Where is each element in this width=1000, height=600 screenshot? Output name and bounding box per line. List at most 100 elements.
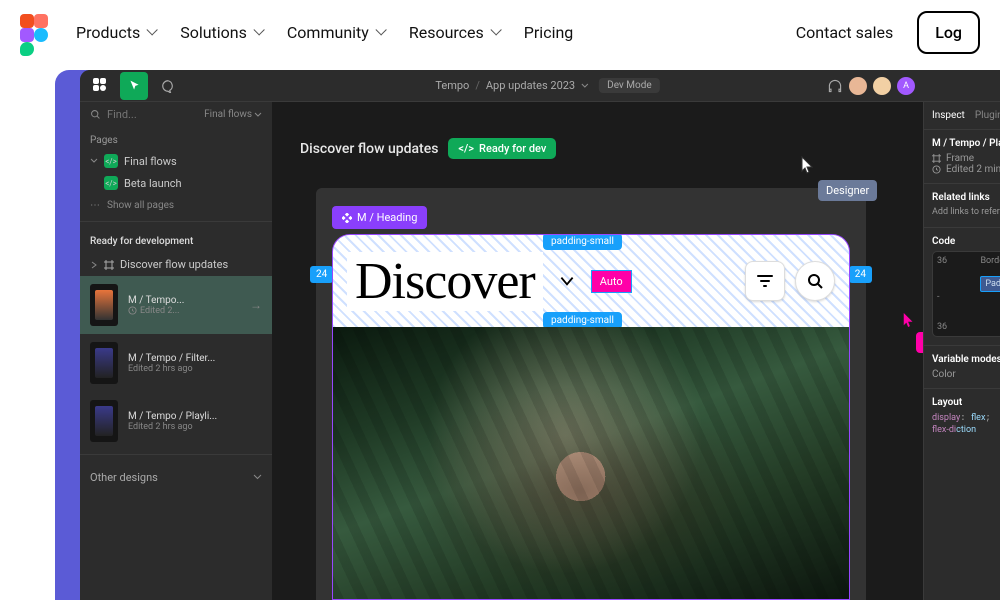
nav-products[interactable]: Products <box>76 23 154 42</box>
app-header: Tempo / App updates 2023 Dev Mode A <box>80 70 1000 102</box>
layout-section-title: Layout <box>932 397 1000 408</box>
frame-thumb-2[interactable]: M / Tempo / Filter... Edited 2 hrs ago <box>80 334 272 392</box>
thumb-subtitle: Edited 2 hrs ago <box>128 422 262 432</box>
thumbnail <box>90 400 118 442</box>
tab-inspect[interactable]: Inspect <box>932 110 965 121</box>
show-all-pages[interactable]: ⋯ Show all pages <box>80 194 272 217</box>
filter-button[interactable] <box>745 261 785 301</box>
hero-image <box>333 327 849 599</box>
breadcrumb-file[interactable]: App updates 2023 <box>486 79 575 92</box>
cursor-icon <box>902 312 916 328</box>
left-panel: Final flows Pages </> Final flows </> Be… <box>80 102 272 600</box>
search-input[interactable] <box>107 108 167 121</box>
figma-logo-icon <box>20 12 48 52</box>
code-icon: </> <box>458 142 474 155</box>
margin-left-badge: 24 <box>310 266 333 283</box>
dev-ready-icon: </> <box>104 176 118 190</box>
inspect-tabs: Inspect Plugins <box>924 102 1000 130</box>
clock-icon <box>932 165 941 174</box>
edited-label: Edited 2 min <box>946 164 1000 175</box>
thumb-subtitle: Edited 2 hrs ago <box>128 364 262 374</box>
contact-sales-link[interactable]: Contact sales <box>796 23 893 42</box>
code-section-title: Code <box>932 236 1000 247</box>
dev-ready-icon: </> <box>104 154 118 168</box>
breadcrumb-project[interactable]: Tempo <box>435 79 469 92</box>
padding-label: Pad <box>980 276 1000 292</box>
canvas[interactable]: Discover flow updates </> Ready for dev … <box>272 102 923 600</box>
nav-right: Contact sales Log <box>796 11 980 54</box>
avatar-user-1[interactable] <box>849 77 867 95</box>
other-designs[interactable]: Other designs <box>80 459 272 496</box>
layer-label: Discover flow updates <box>120 258 228 271</box>
breadcrumb-separator: / <box>475 79 480 92</box>
thumbnail <box>90 284 118 326</box>
box-border-label: Borde <box>980 256 1000 266</box>
nav-solutions[interactable]: Solutions <box>180 23 261 42</box>
section-title: Discover flow updates <box>300 141 438 157</box>
related-links-desc: Add links to refer GitHub, Jira or St <box>932 207 1000 219</box>
page-beta-launch[interactable]: </> Beta launch <box>80 172 272 194</box>
page-final-flows[interactable]: </> Final flows <box>80 150 272 172</box>
thumb-title: M / Tempo / Playli... <box>128 411 262 422</box>
selection-path: M / Tempo / Pla <box>932 138 1000 149</box>
dev-mode-badge[interactable]: Dev Mode <box>599 78 660 93</box>
login-button[interactable]: Log <box>917 11 980 54</box>
frame-thumb-3[interactable]: M / Tempo / Playli... Edited 2 hrs ago <box>80 392 272 450</box>
box-dash: - <box>937 292 940 302</box>
thumb-subtitle: Edited 2... <box>128 306 240 316</box>
box-corner-value: 36 <box>937 256 947 266</box>
cursor-label: Developer <box>916 332 923 353</box>
artboard[interactable]: padding-small padding-small Discover Aut… <box>332 234 850 600</box>
pages-filter[interactable]: Final flows <box>204 109 262 120</box>
filter-icon <box>756 274 774 288</box>
pages-label: Pages <box>80 127 272 150</box>
search-button[interactable] <box>795 261 835 301</box>
box-model[interactable]: 36 Borde Pad - 36 <box>932 251 1000 337</box>
frame-icon <box>932 154 941 163</box>
avatar-user-2[interactable] <box>873 77 891 95</box>
heading-component[interactable]: padding-small padding-small Discover Aut… <box>333 235 849 327</box>
thumbnail <box>90 342 118 384</box>
color-label: Color <box>932 369 956 380</box>
margin-right-badge: 24 <box>849 266 872 283</box>
nav-resources[interactable]: Resources <box>409 23 498 42</box>
related-links-title: Related links <box>932 192 1000 203</box>
tab-plugins[interactable]: Plugins <box>975 110 1000 121</box>
figma-app: Tempo / App updates 2023 Dev Mode A Fina… <box>80 70 1000 600</box>
site-nav: Products Solutions Community Resources P… <box>0 0 1000 64</box>
hero-frame: Tempo / App updates 2023 Dev Mode A Fina… <box>55 70 1000 600</box>
nav-community[interactable]: Community <box>287 23 383 42</box>
layer-discover-flow[interactable]: Discover flow updates <box>80 253 272 276</box>
nav-pricing[interactable]: Pricing <box>524 23 574 42</box>
comment-tool-button[interactable] <box>154 72 182 100</box>
chevron-down-icon[interactable] <box>581 82 589 90</box>
auto-layout-badge: Auto <box>591 270 632 293</box>
search-icon <box>806 272 824 290</box>
frame-thumb-1[interactable]: M / Tempo... Edited 2... → <box>80 276 272 334</box>
figma-menu-icon[interactable] <box>86 72 114 100</box>
ready-for-dev-pill[interactable]: </> Ready for dev <box>448 138 556 159</box>
page-label: Final flows <box>124 155 177 168</box>
frame-icon <box>104 260 114 270</box>
heading-chevron-down-icon[interactable] <box>553 267 581 295</box>
heading-text: Discover <box>347 252 543 311</box>
nav-items: Products Solutions Community Resources P… <box>76 23 768 42</box>
cursor-icon <box>800 156 816 174</box>
chevron-right-icon <box>90 261 98 269</box>
clock-icon <box>128 306 137 315</box>
chevron-down-icon <box>90 157 98 165</box>
component-label[interactable]: M / Heading <box>332 206 427 229</box>
headphones-icon[interactable] <box>827 79 843 93</box>
css-code[interactable]: display: flex; flex-diction <box>932 412 1000 437</box>
inspect-panel: Inspect Plugins M / Tempo / Pla Frame Ed… <box>923 102 1000 600</box>
search-icon <box>90 109 101 120</box>
arrow-right-icon: → <box>250 298 262 312</box>
ready-for-dev-label: Ready for development <box>80 226 272 253</box>
breadcrumbs[interactable]: Tempo / App updates 2023 Dev Mode <box>435 78 659 93</box>
avatar-user-3[interactable]: A <box>897 77 915 95</box>
chevron-down-icon <box>254 111 262 119</box>
move-tool-button[interactable] <box>120 72 148 100</box>
page-label: Beta launch <box>124 177 182 190</box>
canvas-title-row: Discover flow updates </> Ready for dev <box>300 138 556 159</box>
component-icon <box>342 213 352 223</box>
